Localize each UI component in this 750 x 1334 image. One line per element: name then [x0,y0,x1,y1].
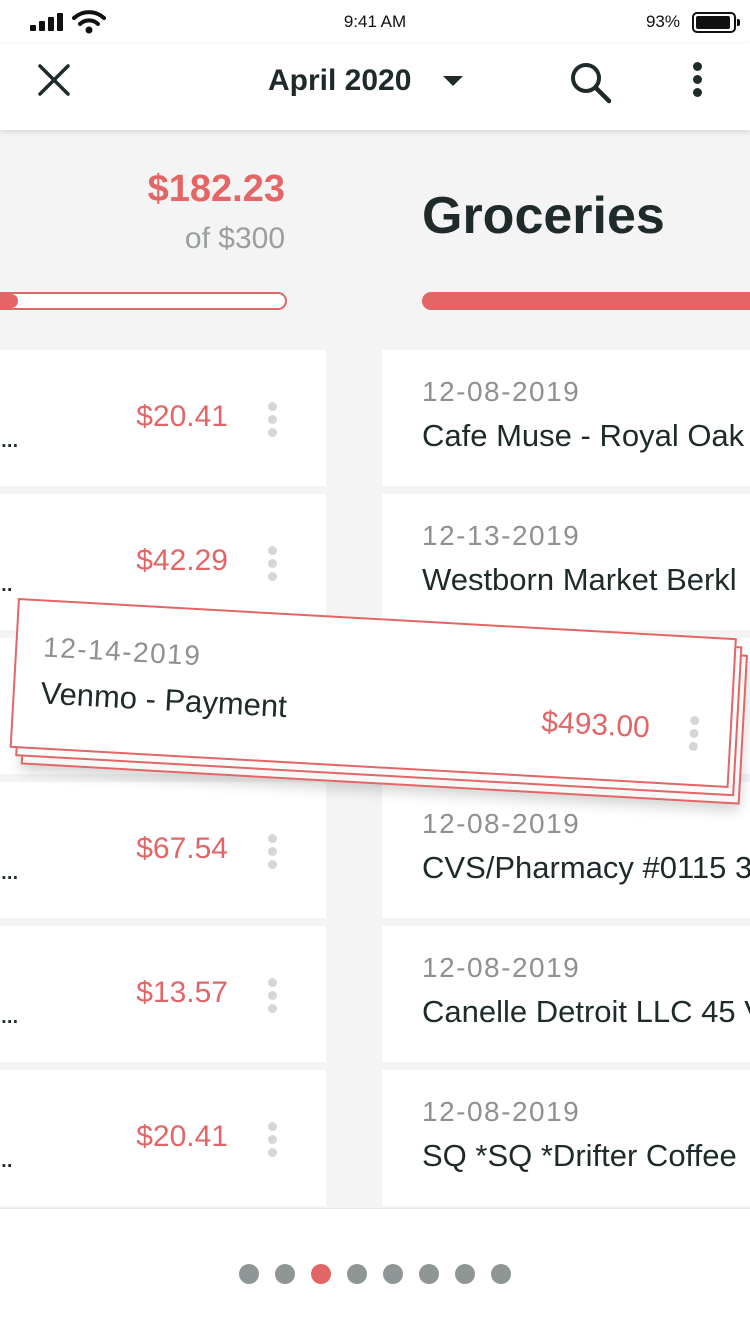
status-bar: 9:41 AM 93% [0,0,750,44]
transaction-date: 12-13-2019 [422,520,581,551]
page-dot[interactable] [275,1264,295,1284]
kebab-icon[interactable] [268,402,278,438]
list-item[interactable]: ... $13.57 [0,926,326,1062]
battery-icon [692,12,740,33]
truncated-text: .. [0,1142,13,1173]
transaction-name: Cafe Muse - Royal Oak 4 [422,418,750,453]
status-time: 9:41 AM [343,12,407,31]
kebab-icon[interactable] [688,715,700,753]
truncated-text: ... [0,998,19,1029]
spent-amount: $182.23 [147,168,285,210]
budget-progress-bar [0,292,287,310]
top-app-bar: April 2020 [0,44,750,130]
list-item[interactable]: 12-08-2019 Canelle Detroit LLC 45 V [382,926,750,1062]
battery-percent: 93% [645,12,680,31]
page-dot[interactable] [347,1264,367,1284]
kebab-icon[interactable] [268,1122,278,1158]
month-selector[interactable]: April 2020 [268,64,464,98]
category-title: Groceries [422,187,665,245]
bottom-bar [0,1208,750,1334]
page-dot[interactable] [383,1264,403,1284]
transaction-amount: $20.41 [136,400,228,433]
transaction-amount: $67.54 [136,832,228,865]
page-dot[interactable] [455,1264,475,1284]
page-dot[interactable] [491,1264,511,1284]
list-item[interactable]: ... $67.54 [0,782,326,918]
category-progress-bar [422,292,750,310]
transaction-amount: $42.29 [136,544,228,577]
transaction-date: 12-08-2019 [422,952,581,983]
transaction-name: Canelle Detroit LLC 45 V [422,994,750,1029]
list-item[interactable]: 12-08-2019 Cafe Muse - Royal Oak 4 [382,350,750,486]
transaction-amount: $13.57 [136,976,228,1009]
page-dot[interactable] [311,1264,331,1284]
truncated-text: .. [0,566,13,597]
list-item[interactable]: .. $20.41 [0,1070,326,1206]
close-icon[interactable] [36,62,72,98]
transaction-date: 12-08-2019 [422,376,581,407]
transaction-name: Venmo - Payment [39,675,288,725]
budget-total: of $300 [184,222,285,255]
list-item[interactable]: ... $20.41 [0,350,326,486]
budget-progress-fill [0,294,19,308]
transaction-date: 12-14-2019 [42,631,203,672]
transaction-amount: $20.41 [136,1120,228,1153]
transaction-date: 12-08-2019 [422,1096,581,1127]
transaction-amount: $493.00 [540,705,651,745]
transaction-name: Westborn Market Berkl [422,562,737,597]
truncated-text: ... [0,854,19,885]
list-item[interactable]: 12-08-2019 CVS/Pharmacy #0115 3 [382,782,750,918]
list-item[interactable]: 12-13-2019 Westborn Market Berkl [382,494,750,630]
page-indicator[interactable] [0,1264,750,1284]
more-vertical-icon[interactable] [690,60,706,100]
kebab-icon[interactable] [268,546,278,582]
page-dot[interactable] [239,1264,259,1284]
transaction-name: CVS/Pharmacy #0115 3 [422,850,750,885]
transaction-name: SQ *SQ *Drifter Coffee [422,1138,737,1173]
page-dot[interactable] [419,1264,439,1284]
page-title: April 2020 [268,64,412,97]
list-item[interactable]: 12-08-2019 SQ *SQ *Drifter Coffee [382,1070,750,1206]
kebab-icon[interactable] [268,834,278,870]
transaction-date: 12-08-2019 [422,808,581,839]
kebab-icon[interactable] [268,978,278,1014]
truncated-text: ... [0,422,19,453]
caret-down-icon [443,76,464,86]
search-icon[interactable] [568,60,614,106]
